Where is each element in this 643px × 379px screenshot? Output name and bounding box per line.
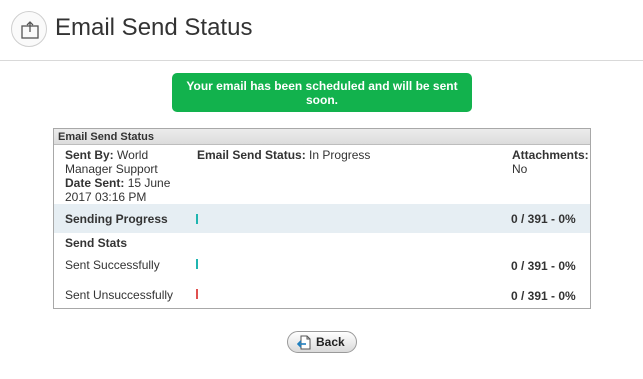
- sent-by-label: Sent By:: [65, 148, 114, 162]
- date-sent-label: Date Sent:: [65, 176, 125, 190]
- sending-progress-row: Sending Progress 0 / 391 - 0%: [54, 204, 590, 233]
- sending-progress-value: 0 / 391 - 0%: [511, 212, 576, 226]
- back-document-icon: [296, 335, 312, 353]
- send-status-info: Email Send Status: In Progress: [197, 148, 457, 162]
- sent-by-info: Sent By: World Manager Support Date Sent…: [65, 148, 190, 204]
- attachments-info: Attachments: No: [512, 148, 592, 176]
- page-title: Email Send Status: [55, 14, 253, 41]
- send-stats-label: Send Stats: [65, 236, 128, 250]
- back-button[interactable]: Back: [287, 331, 357, 353]
- attachments-label: Attachments:: [512, 148, 589, 162]
- sent-successfully-value: 0 / 391 - 0%: [511, 259, 576, 273]
- send-status-label: Email Send Status:: [197, 148, 306, 162]
- back-label: Back: [316, 335, 345, 349]
- panel-title: Email Send Status: [54, 129, 590, 145]
- email-send-status-panel: Email Send Status Sent By: World Manager…: [53, 128, 591, 309]
- sent-successfully-label: Sent Successfully: [65, 258, 160, 272]
- page-header: Email Send Status: [0, 0, 643, 61]
- sending-progress-bar: [196, 214, 198, 224]
- sent-unsuccessfully-label: Sent Unsuccessfully: [65, 288, 174, 302]
- sent-unsuccessfully-bar: [196, 289, 198, 299]
- upload-box-icon: [11, 11, 47, 47]
- sending-progress-label: Sending Progress: [65, 212, 168, 226]
- sent-successfully-bar: [196, 259, 198, 269]
- success-notice: Your email has been scheduled and will b…: [172, 73, 472, 112]
- send-status-value: In Progress: [309, 148, 371, 162]
- sent-unsuccessfully-value: 0 / 391 - 0%: [511, 289, 576, 303]
- attachments-value: No: [512, 162, 528, 176]
- sent-unsuccessfully-row: Sent Unsuccessfully 0 / 391 - 0%: [54, 283, 590, 309]
- sent-successfully-row: Sent Successfully 0 / 391 - 0%: [54, 253, 590, 281]
- send-stats-row: Send Stats: [54, 234, 590, 252]
